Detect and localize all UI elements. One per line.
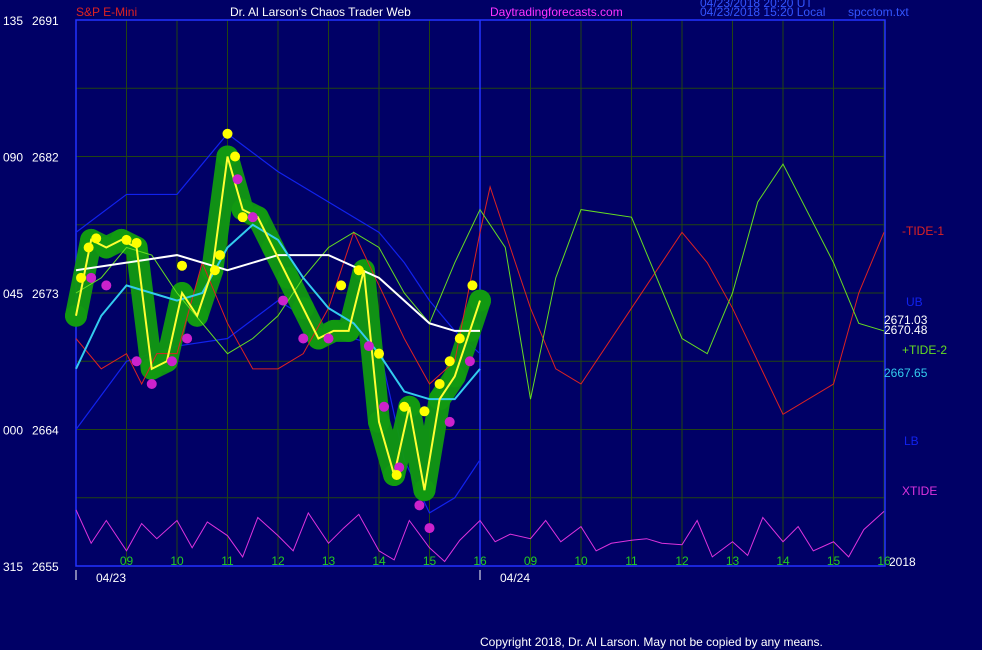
author-title: Dr. Al Larson's Chaos Trader Web [230, 5, 411, 19]
yellow-dot [399, 401, 410, 412]
x-tick-label: 15 [827, 554, 841, 568]
y-tick-left: 000 [3, 424, 23, 438]
magenta-dot [182, 333, 193, 344]
x-tick-label: 12 [271, 554, 285, 568]
yellow-dot [222, 128, 233, 139]
yellow-dot [374, 348, 384, 359]
site-title: Daytradingforecasts.com [490, 5, 623, 19]
series-label: UB [906, 295, 923, 309]
yellow-dot [209, 265, 220, 276]
x-tick-label: 13 [726, 554, 740, 568]
y-tick-left: 090 [3, 151, 23, 165]
series-label: XTIDE [902, 484, 937, 498]
yellow-dot [91, 233, 102, 244]
series-label: +TIDE-2 [902, 343, 947, 357]
magenta-dot [363, 341, 374, 352]
chart-stage: S&P E-Mini Dr. Al Larson's Chaos Trader … [0, 0, 982, 650]
yellow-dot [131, 237, 142, 248]
yellow-dot [83, 242, 94, 253]
value-label: 2667.65 [884, 366, 928, 380]
yellow-dot [76, 272, 87, 283]
x-tick-label: 11 [221, 554, 234, 568]
x-tick-label: 10 [170, 554, 184, 568]
y-tick-price: 2655 [32, 560, 59, 574]
yellow-dot [230, 151, 241, 162]
magenta-dot [101, 280, 112, 291]
y-tick-price: 2673 [32, 287, 59, 301]
yellow-dot [444, 356, 455, 367]
yellow-dot [336, 280, 347, 291]
magenta-dot [424, 523, 435, 534]
series-label: -TIDE-1 [902, 224, 944, 238]
x-tick-label: 09 [120, 554, 134, 568]
y-tick-price: 2664 [32, 424, 59, 438]
date-label: 04/23 [96, 571, 126, 585]
yellow-dot [353, 265, 364, 276]
x-tick-label: 16 [473, 554, 487, 568]
yellow-dot [467, 280, 478, 291]
magenta-dot [323, 333, 334, 344]
yellow-dot [434, 379, 445, 389]
y-tick-price: 2691 [32, 14, 59, 28]
yellow-dot [419, 406, 430, 417]
x-tick-label: 15 [423, 554, 437, 568]
yellow-dot [121, 234, 132, 245]
magenta-dot [444, 416, 455, 427]
chaos-trader-chart: S&P E-Mini Dr. Al Larson's Chaos Trader … [3, 0, 947, 649]
yellow-dot [214, 250, 225, 261]
value-label: 2670.48 [884, 323, 928, 337]
magenta-dot [86, 272, 97, 283]
magenta-dot [232, 174, 243, 185]
y-tick-left: 315 [3, 560, 23, 574]
stamp-local: 04/23/2018 15:20 Local [700, 5, 825, 19]
magenta-dot [166, 356, 177, 367]
x-tick-label: 10 [574, 554, 588, 568]
y-tick-left: 135 [3, 14, 23, 28]
y-tick-price: 2682 [32, 151, 59, 165]
magenta-dot [298, 333, 309, 344]
x-tick-label: 11 [625, 554, 638, 568]
yellow-dot [237, 212, 248, 223]
magenta-dot [278, 295, 289, 306]
yellow-dot [177, 260, 188, 271]
x-tick-label: 13 [322, 554, 336, 568]
yellow-dot [454, 333, 465, 344]
magenta-dot [379, 401, 390, 412]
y-tick-left: 045 [3, 287, 23, 301]
magenta-dot [464, 356, 475, 367]
date-label: 04/24 [500, 571, 530, 585]
magenta-dot [146, 379, 157, 389]
x-tick-label: 12 [675, 554, 689, 568]
x-tick-label: 14 [776, 554, 790, 568]
magenta-dot [247, 212, 258, 223]
datafile-label: spcctom.txt [848, 5, 909, 19]
instrument-title: S&P E-Mini [76, 5, 137, 19]
x-tick-label: 09 [524, 554, 538, 568]
magenta-dot [414, 500, 425, 511]
x-tick-label: 14 [372, 554, 386, 568]
magenta-dot [131, 356, 142, 367]
copyright: Copyright 2018, Dr. Al Larson. May not b… [480, 635, 823, 649]
year-label: 2018 [889, 555, 916, 569]
series-label: LB [904, 434, 919, 448]
yellow-dot [391, 470, 402, 480]
